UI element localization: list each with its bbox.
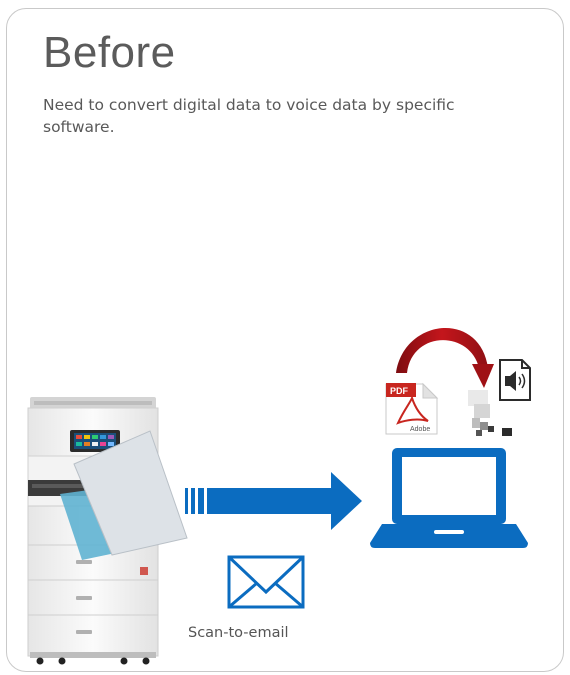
- pdf-brand-label: Adobe: [410, 426, 430, 433]
- workflow-diagram: PDF Adobe: [27, 327, 531, 665]
- convert-arrow-icon: [396, 327, 494, 388]
- scan-to-email-label: Scan-to-email: [188, 625, 289, 641]
- laptop-icon: [370, 448, 528, 548]
- audio-file-icon: [499, 359, 531, 401]
- transfer-arrow-icon: [185, 472, 362, 530]
- pdf-badge-label: PDF: [390, 386, 409, 396]
- email-icon: [227, 555, 305, 609]
